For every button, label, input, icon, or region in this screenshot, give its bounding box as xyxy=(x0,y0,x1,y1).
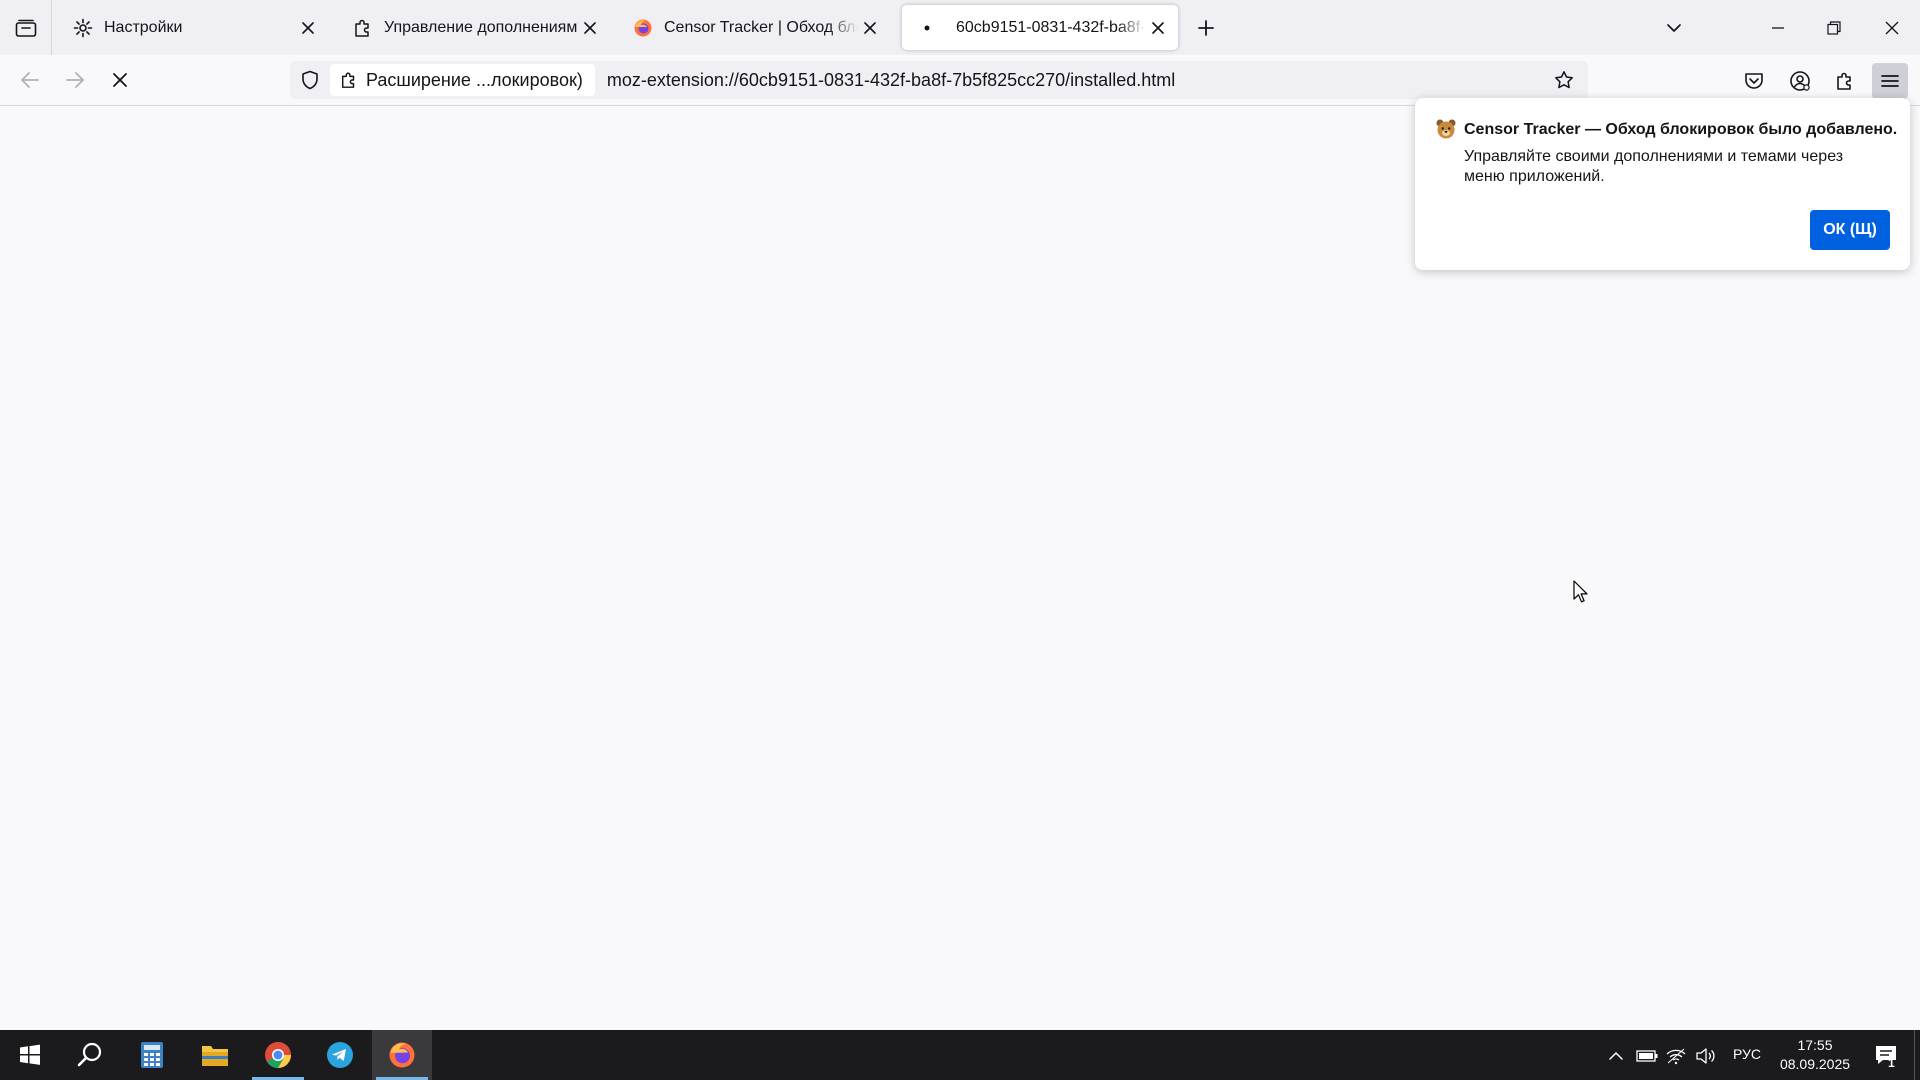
close-window-button[interactable] xyxy=(1864,0,1920,55)
account-icon xyxy=(1790,71,1810,91)
loading-dot-icon xyxy=(916,17,938,39)
arrow-right-icon xyxy=(66,72,84,88)
identity-box[interactable]: Расширение ...локировок) xyxy=(330,64,595,96)
star-icon xyxy=(1555,71,1573,89)
battery-icon xyxy=(1636,1050,1658,1062)
clock-time: 17:55 xyxy=(1797,1037,1833,1053)
restore-icon xyxy=(1827,20,1841,35)
app-menu-button[interactable] xyxy=(1872,63,1908,99)
tab-censor-tracker[interactable]: Censor Tracker | Обход блокировок xyxy=(618,5,890,50)
forward-button[interactable] xyxy=(58,63,92,97)
pocket-button[interactable] xyxy=(1736,63,1772,99)
tab-strip: Настройки Управление дополнениями Censor… xyxy=(0,0,1920,55)
restore-button[interactable] xyxy=(1806,0,1862,55)
firefox-taskbar-button[interactable] xyxy=(372,1030,432,1080)
gear-icon xyxy=(72,17,94,39)
start-icon xyxy=(20,1044,40,1065)
tab-title: Настройки xyxy=(104,18,183,36)
show-hidden-icons-button[interactable] xyxy=(1605,1045,1627,1067)
close-icon[interactable] xyxy=(296,16,320,40)
puzzle-icon xyxy=(1837,72,1851,90)
arrow-left-icon xyxy=(21,72,39,88)
mouse-cursor-icon xyxy=(1573,580,1588,603)
extensions-button[interactable] xyxy=(1827,63,1863,99)
search-button[interactable] xyxy=(60,1030,120,1080)
calculator-icon xyxy=(141,1042,163,1068)
tab-settings[interactable]: Настройки xyxy=(58,5,328,50)
wifi-icon xyxy=(1666,1048,1686,1065)
tracking-protection-button[interactable] xyxy=(292,61,328,99)
puzzle-icon xyxy=(352,17,374,39)
chrome-taskbar-button[interactable] xyxy=(248,1030,308,1080)
tab-title: Censor Tracker | Обход блокировок xyxy=(664,18,858,36)
identity-label: Расширение ...локировок) xyxy=(366,69,583,90)
speaker-icon xyxy=(1696,1048,1715,1064)
battery-tray-button[interactable] xyxy=(1636,1045,1658,1067)
chevron-down-icon xyxy=(1667,23,1681,32)
tab-title: 60cb9151-0831-432f-ba8f-7b5f825cc270 xyxy=(956,18,1146,36)
language-indicator[interactable]: РУС xyxy=(1733,1046,1761,1062)
firefox-view-icon xyxy=(15,19,36,37)
close-icon[interactable] xyxy=(1146,16,1170,40)
volume-tray-button[interactable] xyxy=(1694,1045,1716,1067)
firefox-icon xyxy=(632,17,654,39)
clock-date: 08.09.2025 xyxy=(1779,1056,1851,1072)
new-tab-button[interactable] xyxy=(1190,12,1222,44)
search-icon xyxy=(77,1042,102,1067)
close-icon xyxy=(1885,21,1899,34)
show-desktop-button[interactable] xyxy=(1914,1030,1920,1080)
addon-installed-popup: Censor Tracker — Обход блокировок было д… xyxy=(1415,98,1910,270)
list-all-tabs-button[interactable] xyxy=(1646,0,1702,55)
network-tray-button[interactable] xyxy=(1665,1045,1687,1067)
minimize-button[interactable] xyxy=(1750,0,1806,55)
tab-installed-page[interactable]: 60cb9151-0831-432f-ba8f-7b5f825cc270 xyxy=(902,5,1178,50)
notification-count: 1 xyxy=(1888,1056,1895,1070)
tab-title: Управление дополнениями xyxy=(384,18,578,36)
stop-icon xyxy=(113,73,127,87)
close-icon[interactable] xyxy=(858,16,882,40)
back-button[interactable] xyxy=(13,63,47,97)
url-text[interactable]: moz-extension://60cb9151-0831-432f-ba8f-… xyxy=(607,70,1546,91)
start-button[interactable] xyxy=(0,1030,60,1080)
windows-taskbar: РУС 17:55 08.09.2025 1 xyxy=(0,1030,1920,1080)
plus-icon xyxy=(1198,20,1214,36)
action-center-button[interactable]: 1 xyxy=(1862,1030,1910,1080)
stop-button[interactable] xyxy=(103,63,137,97)
chevron-up-icon xyxy=(1609,1052,1623,1060)
chrome-icon xyxy=(265,1042,291,1068)
ok-button[interactable]: ОК (Щ) xyxy=(1810,210,1890,250)
calculator-taskbar-button[interactable] xyxy=(122,1030,182,1080)
popup-message: Управляйте своими дополнениями и темами … xyxy=(1464,148,1844,185)
url-bar[interactable]: Расширение ...локировок) moz-extension:/… xyxy=(290,61,1588,99)
telegram-taskbar-button[interactable] xyxy=(310,1030,370,1080)
puzzle-icon xyxy=(340,71,358,89)
file-explorer-icon xyxy=(202,1046,228,1066)
telegram-icon xyxy=(327,1042,353,1068)
bear-icon xyxy=(1435,118,1457,140)
bookmark-button[interactable] xyxy=(1546,64,1582,96)
firefox-view-button[interactable] xyxy=(0,0,52,55)
hamburger-icon xyxy=(1881,75,1899,87)
account-button[interactable] xyxy=(1782,63,1818,99)
minimize-icon xyxy=(1772,26,1784,29)
close-icon[interactable] xyxy=(578,16,602,40)
tab-addons-manager[interactable]: Управление дополнениями xyxy=(338,5,610,50)
clock[interactable]: 17:55 08.09.2025 xyxy=(1770,1036,1860,1074)
shield-icon xyxy=(302,70,318,90)
popup-title: Censor Tracker — Обход блокировок было д… xyxy=(1464,121,1898,138)
file-explorer-taskbar-button[interactable] xyxy=(185,1030,245,1080)
pocket-icon xyxy=(1745,73,1763,89)
firefox-icon xyxy=(389,1042,415,1068)
